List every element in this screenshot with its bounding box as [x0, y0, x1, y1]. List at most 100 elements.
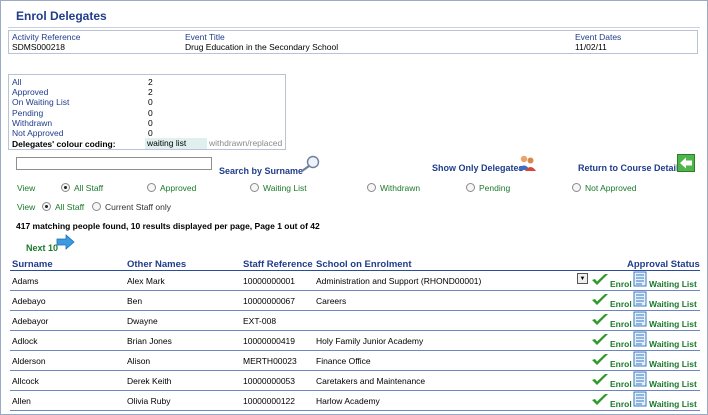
- radio-approved[interactable]: [147, 183, 156, 192]
- delegate-stats-box: All 2 Approved 2 On Waiting List 0 Pendi…: [8, 74, 286, 150]
- header-staff-reference[interactable]: Staff Reference: [243, 259, 313, 270]
- cell-school: Finance Office: [316, 356, 371, 366]
- enrol-button[interactable]: Enrol: [610, 279, 632, 289]
- radio-not-approved[interactable]: [572, 183, 581, 192]
- cell-surname: Adlock: [12, 336, 38, 346]
- table-row: Allcock Derek Keith 10000000053 Caretakers …: [10, 371, 700, 391]
- cell-other-names: Derek Keith: [127, 376, 172, 386]
- radio-withdrawn[interactable]: [367, 183, 376, 192]
- event-title-value: Drug Education in the Secondary School: [185, 42, 339, 52]
- colour-coding-label: Delegates' colour coding:: [12, 139, 116, 149]
- event-dates-label: Event Dates: [575, 32, 622, 42]
- cell-other-names: Alison: [127, 356, 151, 366]
- table-row: Adebayo Ben 10000000067 Careers Enrol Waiting…: [10, 291, 700, 311]
- results-summary: 417 matching people found, 10 results di…: [16, 221, 320, 231]
- back-arrow-icon[interactable]: [677, 154, 695, 172]
- stat-value-approved: 2: [148, 87, 153, 97]
- checkmark-icon[interactable]: [591, 373, 609, 387]
- enrol-button[interactable]: Enrol: [610, 319, 632, 329]
- waiting-list-button[interactable]: Waiting List: [649, 359, 697, 369]
- magnifier-icon[interactable]: [298, 155, 322, 173]
- checkmark-icon[interactable]: [591, 333, 609, 347]
- show-only-delegates-link[interactable]: Show Only Delegates: [432, 163, 524, 173]
- enrol-button[interactable]: Enrol: [610, 339, 632, 349]
- header-surname[interactable]: Surname: [12, 259, 53, 270]
- waiting-list-icon[interactable]: [632, 311, 648, 327]
- delegates-icon[interactable]: [517, 154, 537, 172]
- waiting-list-button[interactable]: Waiting List: [649, 339, 697, 349]
- cell-staff-reference: 10000000419: [243, 336, 296, 346]
- page-title: Enrol Delegates: [16, 9, 107, 23]
- stat-value-not-approved: 0: [148, 128, 153, 138]
- cell-school: Caretakers and Maintenance: [316, 376, 426, 386]
- cell-other-names: Olivia Ruby: [127, 396, 171, 406]
- cell-surname: Allcock: [12, 376, 39, 386]
- search-by-surname-button[interactable]: Search by Surname: [219, 166, 303, 176]
- surname-search-input[interactable]: [16, 157, 212, 170]
- waiting-list-button[interactable]: Waiting List: [649, 379, 697, 389]
- stat-value-withdrawn: 0: [148, 118, 153, 128]
- cell-surname: Adebayo: [12, 296, 46, 306]
- status-dropdown-button[interactable]: ▼: [577, 273, 588, 284]
- waiting-list-button[interactable]: Waiting List: [649, 299, 697, 309]
- option-not-approved: Not Approved: [585, 183, 637, 193]
- header-approval-status[interactable]: Approval Status: [627, 259, 700, 270]
- enrol-button[interactable]: Enrol: [610, 359, 632, 369]
- stat-label-approved: Approved: [12, 87, 49, 97]
- stat-label-pending: Pending: [12, 108, 44, 118]
- option-staff-all: All Staff: [55, 202, 85, 212]
- option-withdrawn: Withdrawn: [380, 183, 421, 193]
- option-pending: Pending: [479, 183, 511, 193]
- checkmark-icon[interactable]: [591, 293, 609, 307]
- radio-staff-all[interactable]: [42, 202, 51, 211]
- radio-waiting-list[interactable]: [250, 183, 259, 192]
- colour-coding-waiting: waiting list: [145, 138, 207, 149]
- return-to-course-link[interactable]: Return to Course Details: [578, 163, 684, 173]
- checkmark-icon[interactable]: [591, 273, 609, 287]
- activity-reference-value: SDMS000218: [12, 42, 65, 52]
- enrol-button[interactable]: Enrol: [610, 379, 632, 389]
- radio-pending[interactable]: [466, 183, 475, 192]
- option-current-staff: Current Staff only: [105, 202, 171, 212]
- cell-school: Administration and Support (RHOND00001): [316, 276, 482, 286]
- waiting-list-icon[interactable]: [632, 371, 648, 387]
- next-arrow-icon[interactable]: [56, 234, 75, 250]
- enrol-button[interactable]: Enrol: [610, 299, 632, 309]
- cell-other-names: Brian Jones: [127, 336, 172, 346]
- stat-label-waiting: On Waiting List: [12, 97, 70, 107]
- waiting-list-icon[interactable]: [632, 391, 648, 407]
- waiting-list-button[interactable]: Waiting List: [649, 319, 697, 329]
- cell-staff-reference: EXT-008: [243, 316, 277, 326]
- checkmark-icon[interactable]: [591, 393, 609, 407]
- waiting-list-icon[interactable]: [632, 331, 648, 347]
- cell-school: Harlow Academy: [316, 396, 380, 406]
- option-waiting-list: Waiting List: [263, 183, 307, 193]
- checkmark-icon[interactable]: [591, 353, 609, 367]
- cell-other-names: Dwayne: [127, 316, 158, 326]
- header-school[interactable]: School on Enrolment: [316, 259, 412, 270]
- header-other-names[interactable]: Other Names: [127, 259, 186, 270]
- radio-all-staff[interactable]: [61, 183, 70, 192]
- cell-other-names: Ben: [127, 296, 143, 306]
- radio-current-staff[interactable]: [92, 202, 101, 211]
- waiting-list-button[interactable]: Waiting List: [649, 399, 697, 409]
- checkmark-icon[interactable]: [591, 313, 609, 327]
- activity-reference-label: Activity Reference: [12, 32, 81, 42]
- waiting-list-icon[interactable]: [632, 271, 648, 287]
- event-dates-value: 11/02/11: [575, 42, 607, 52]
- table-row: Adebayor Dwayne EXT-008 Enrol Waiting List: [10, 311, 700, 331]
- cell-school: Holy Family Junior Academy: [316, 336, 424, 346]
- stat-value-waiting: 0: [148, 97, 153, 107]
- stat-label-not-approved: Not Approved: [12, 128, 64, 138]
- table-row: Adams Alex Mark 10000000001 Administration …: [10, 271, 700, 291]
- waiting-list-icon[interactable]: [632, 351, 648, 367]
- waiting-list-button[interactable]: Waiting List: [649, 279, 697, 289]
- cell-school: Careers: [316, 296, 347, 306]
- stat-value-pending: 0: [148, 108, 153, 118]
- cell-staff-reference: 10000000122: [243, 396, 296, 406]
- cell-staff-reference: 10000000053: [243, 376, 296, 386]
- enrol-button[interactable]: Enrol: [610, 399, 632, 409]
- next-page-link[interactable]: Next 10: [26, 243, 58, 253]
- waiting-list-icon[interactable]: [632, 291, 648, 307]
- option-approved: Approved: [160, 183, 197, 193]
